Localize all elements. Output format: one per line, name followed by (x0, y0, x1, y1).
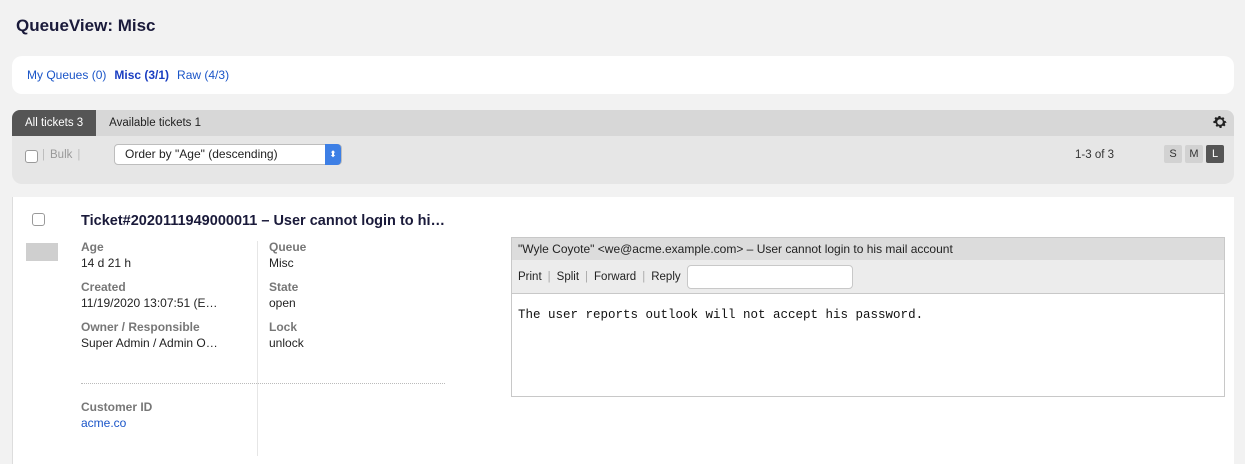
customer-meta: Customer ID acme.co (81, 400, 152, 430)
ticket-checkbox[interactable] (32, 213, 45, 226)
customer-id-label: Customer ID (81, 400, 153, 414)
article-preview: "Wyle Coyote" <we@acme.example.com> – Us… (511, 237, 1225, 397)
article-actions: Print | Split | Forward | Reply (512, 260, 1224, 294)
print-link[interactable]: Print (518, 271, 542, 283)
ticket-card: Ticket#2020111949000011 – User cannot lo… (12, 197, 1234, 464)
article-body: The user reports outlook will not accept… (518, 308, 924, 322)
queue-navigation: My Queues (0) Misc (3/1) Raw (4/3) (12, 56, 1234, 94)
ticket-filter-tabs: All tickets 3 Available tickets 1 (12, 110, 1234, 136)
customer-id-link[interactable]: acme.co (81, 416, 152, 430)
separator: | (642, 270, 646, 283)
queue-label: Queue (269, 240, 307, 254)
size-large-button[interactable]: L (1206, 145, 1224, 163)
bulk-button[interactable]: Bulk (50, 149, 72, 161)
page-title: QueueView: Misc (16, 16, 156, 35)
divider (81, 383, 445, 384)
forward-link[interactable]: Forward (594, 271, 636, 283)
ticket-meta-right: Queue Misc State open Lock unlock (269, 240, 449, 350)
tab-available-tickets[interactable]: Available tickets 1 (96, 110, 214, 136)
separator: | (77, 149, 81, 161)
queue-link-my-queues[interactable]: My Queues (0) (27, 68, 106, 82)
ticket-toolbar: | Bulk | Order by "Age" (descending) ⬍ 1… (12, 136, 1234, 184)
select-all-checkbox[interactable] (25, 150, 38, 163)
state-value: open (269, 296, 296, 310)
tab-all-tickets[interactable]: All tickets 3 (12, 110, 97, 136)
separator: | (547, 270, 551, 283)
order-by-select[interactable]: Order by "Age" (descending) ⬍ (114, 144, 342, 165)
view-size-buttons: S M L (1164, 145, 1224, 163)
bulk-action: | Bulk | (42, 149, 80, 161)
gear-icon[interactable] (1212, 114, 1228, 130)
owner-value: Super Admin / Admin O… (81, 336, 218, 350)
queue-link-misc[interactable]: Misc (3/1) (114, 68, 169, 82)
separator: | (585, 270, 589, 283)
chevron-updown-icon: ⬍ (325, 144, 341, 165)
article-header: "Wyle Coyote" <we@acme.example.com> – Us… (512, 238, 1224, 260)
age-value: 14 d 21 h (81, 256, 132, 270)
owner-label: Owner / Responsible (81, 320, 200, 334)
ticket-meta-left: Age 14 d 21 h Created 11/19/2020 13:07:5… (81, 240, 251, 350)
pagination-info: 1-3 of 3 (1075, 149, 1114, 161)
separator: | (42, 149, 45, 161)
order-by-value: Order by "Age" (descending) (125, 147, 278, 161)
queue-link-raw[interactable]: Raw (4/3) (177, 68, 229, 82)
split-link[interactable]: Split (557, 271, 579, 283)
priority-indicator (26, 243, 58, 261)
lock-value: unlock (269, 336, 304, 350)
created-value: 11/19/2020 13:07:51 (E… (81, 296, 218, 310)
created-label: Created (81, 280, 126, 294)
age-label: Age (81, 240, 104, 254)
lock-label: Lock (269, 320, 298, 334)
reply-template-input[interactable] (686, 264, 853, 289)
size-small-button[interactable]: S (1164, 145, 1182, 163)
state-label: State (269, 280, 299, 294)
ticket-title[interactable]: Ticket#2020111949000011 – User cannot lo… (81, 213, 445, 229)
column-divider (257, 241, 258, 456)
queue-value: Misc (269, 256, 294, 270)
reply-link[interactable]: Reply (651, 271, 680, 283)
size-medium-button[interactable]: M (1185, 145, 1203, 163)
